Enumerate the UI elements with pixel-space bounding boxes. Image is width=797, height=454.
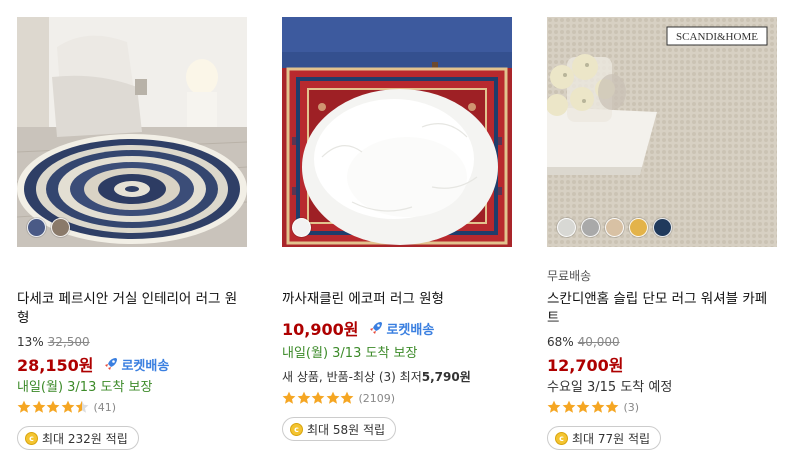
star-rating	[547, 400, 620, 414]
color-swatch[interactable]	[27, 218, 46, 237]
review-count: (3)	[623, 400, 640, 414]
star-icon	[32, 400, 45, 413]
reward-text: 최대 232원 적립	[42, 431, 128, 446]
star-icon	[75, 400, 89, 413]
rocket-label: 로켓배송	[386, 322, 435, 338]
color-swatch[interactable]	[581, 218, 600, 237]
product-card-3[interactable]: SCANDI&HOME 무료배송 스칸디앤홈 슬립 단모 러그 워셔블 카페트 …	[547, 0, 779, 454]
star-icon	[297, 391, 310, 404]
sale-price: 10,900원	[282, 320, 359, 339]
delivery-info: 수요일 3/15 도착 예정	[547, 380, 673, 395]
product-image-2[interactable]	[282, 17, 512, 247]
reward-badge[interactable]: c 최대 77원 적립	[547, 426, 662, 450]
star-icon	[61, 400, 74, 413]
color-swatches	[292, 218, 311, 237]
star-icon	[547, 400, 561, 413]
reward-text: 최대 77원 적립	[572, 431, 651, 446]
rocket-icon	[105, 358, 118, 370]
reward-text: 최대 58원 적립	[307, 422, 386, 437]
color-swatch[interactable]	[557, 218, 576, 237]
color-swatches	[27, 218, 70, 237]
star-icon	[46, 400, 60, 413]
star-icon	[311, 391, 325, 404]
star-icon	[605, 400, 619, 413]
rocket-delivery-badge: 로켓배송	[103, 355, 169, 374]
price-row: 28,150원 로켓배송	[17, 352, 169, 376]
coin-icon: c	[555, 431, 568, 445]
original-price: 32,500	[47, 335, 90, 349]
sale-price: 28,150원	[17, 356, 94, 375]
color-swatches	[557, 218, 672, 237]
star-icon	[282, 391, 296, 404]
product-title[interactable]: 까사재클린 에코퍼 러그 원형	[282, 290, 514, 309]
condition-text: 새 상품, 반품-최상 (3) 최저	[282, 370, 422, 384]
color-swatch[interactable]	[605, 218, 624, 237]
review-count: (2109)	[358, 391, 396, 405]
price-row: 10,900원 로켓배송	[282, 316, 434, 340]
price-row: 12,700원	[547, 352, 623, 376]
free-shipping-label: 무료배송	[547, 269, 592, 283]
used-condition-info[interactable]: 새 상품, 반품-최상 (3) 최저5,790원	[282, 368, 471, 385]
product-title[interactable]: 다세코 페르시안 거실 인테리어 러그 원형	[17, 290, 249, 328]
color-swatch[interactable]	[51, 218, 70, 237]
coin-icon: c	[290, 422, 303, 436]
star-icon	[562, 400, 575, 413]
color-swatch[interactable]	[653, 218, 672, 237]
reward-badge[interactable]: c 최대 58원 적립	[282, 417, 397, 441]
star-rating	[282, 391, 355, 405]
color-swatch[interactable]	[629, 218, 648, 237]
original-price: 40,000	[577, 335, 620, 349]
reward-badge[interactable]: c 최대 232원 적립	[17, 426, 139, 450]
rating: (2109)	[282, 391, 395, 405]
product-card-2[interactable]: 까사재클린 에코퍼 러그 원형 10,900원 로켓배송 내일(월) 3/13 …	[282, 0, 514, 454]
review-count: (41)	[93, 400, 117, 414]
discount-rate: 68%	[547, 335, 574, 349]
product-title[interactable]: 스칸디앤홈 슬립 단모 러그 워셔블 카페트	[547, 290, 779, 328]
rocket-label: 로켓배송	[121, 358, 170, 374]
product-card-1[interactable]: 다세코 페르시안 거실 인테리어 러그 원형 13% 32,500 28,150원…	[17, 0, 249, 454]
star-rating	[17, 400, 90, 414]
discount-row: 68% 40,000	[547, 335, 620, 349]
condition-min-price: 5,790원	[421, 370, 471, 384]
delivery-info: 내일(월) 3/13 도착 보장	[17, 380, 153, 395]
rocket-delivery-badge: 로켓배송	[368, 319, 434, 338]
product-image-1[interactable]	[17, 17, 247, 247]
star-icon	[340, 391, 354, 404]
sale-price: 12,700원	[547, 356, 624, 375]
star-icon	[17, 400, 31, 413]
rating: (3)	[547, 400, 639, 414]
product-image-3[interactable]: SCANDI&HOME	[547, 17, 777, 247]
rocket-icon	[370, 322, 383, 334]
discount-row: 13% 32,500	[17, 335, 90, 349]
star-icon	[326, 391, 339, 404]
brand-label: SCANDI&HOME	[676, 31, 758, 43]
star-icon	[591, 400, 604, 413]
discount-rate: 13%	[17, 335, 44, 349]
star-icon	[576, 400, 590, 413]
rating: (41)	[17, 400, 116, 414]
delivery-info: 내일(월) 3/13 도착 보장	[282, 346, 418, 361]
coin-icon: c	[25, 431, 38, 445]
color-swatch[interactable]	[292, 218, 311, 237]
